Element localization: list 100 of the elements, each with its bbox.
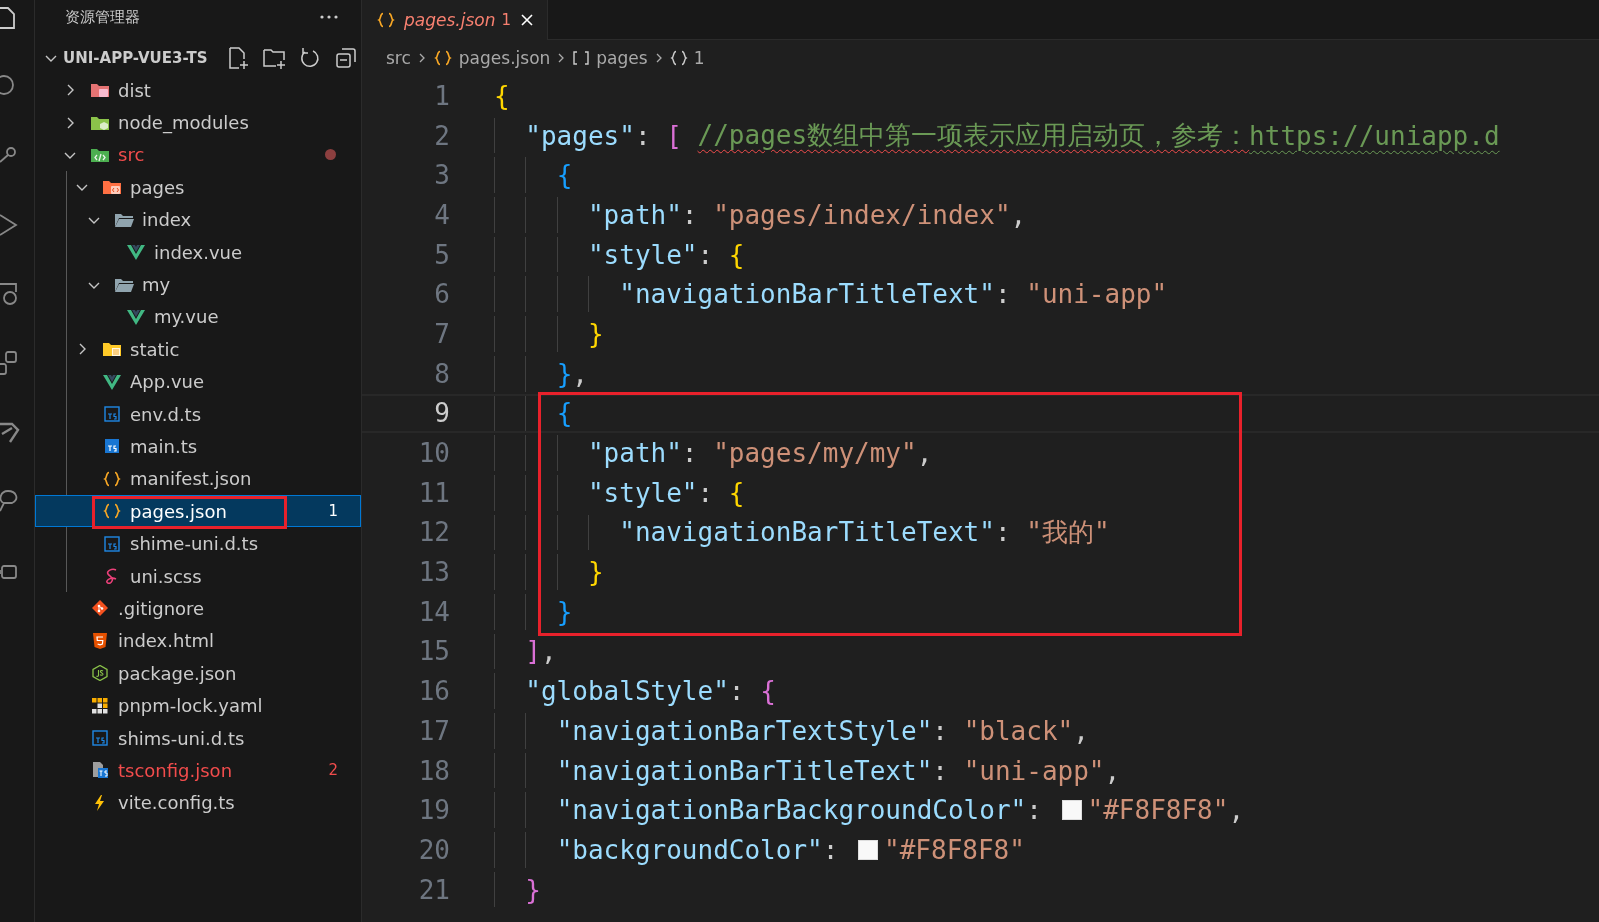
punctuation: : bbox=[697, 239, 715, 270]
tree-item[interactable]: pages bbox=[35, 171, 361, 204]
property-key: "backgroundColor" bbox=[556, 834, 823, 865]
tree-item[interactable]: .gitignore bbox=[35, 592, 361, 625]
line-number: 11 bbox=[417, 477, 450, 508]
tree-item[interactable]: node_modules bbox=[35, 106, 361, 139]
string-value: "uni-app" bbox=[1026, 279, 1168, 310]
string-value: "我的" bbox=[1026, 515, 1110, 549]
file-name: uni.scss bbox=[130, 565, 202, 587]
extensions-icon[interactable] bbox=[0, 351, 20, 375]
file-name: shims-uni.d.ts bbox=[118, 727, 245, 749]
remote-icon[interactable] bbox=[0, 282, 20, 306]
punctuation: : bbox=[932, 715, 949, 746]
line-number: 21 bbox=[417, 874, 450, 905]
tree-item[interactable]: manifest.json bbox=[35, 462, 361, 496]
string-value: "uni-app" bbox=[963, 755, 1105, 786]
tree-item[interactable]: vite.config.ts bbox=[35, 786, 361, 819]
breadcrumb-item[interactable]: 1 bbox=[693, 48, 705, 68]
tree-item[interactable]: uni.scss bbox=[35, 559, 361, 593]
punctuation: : bbox=[681, 199, 699, 230]
tree-item[interactable]: main.ts bbox=[35, 430, 361, 463]
punctuation: : bbox=[681, 438, 699, 469]
file-name: index.html bbox=[118, 630, 214, 652]
punctuation: : bbox=[994, 279, 1012, 310]
line-number: 3 bbox=[433, 160, 450, 191]
punctuation: , bbox=[1073, 715, 1089, 746]
line-number: 14 bbox=[417, 596, 450, 627]
project-name[interactable]: UNI-APP-VUE3-TS bbox=[63, 49, 208, 67]
punctuation: , bbox=[1104, 755, 1121, 786]
file-name: vite.config.ts bbox=[118, 792, 235, 814]
problem-count: 1 bbox=[328, 502, 338, 521]
new-folder-icon[interactable] bbox=[261, 46, 286, 70]
color-swatch[interactable] bbox=[858, 839, 879, 860]
file-name: package.json bbox=[118, 662, 237, 684]
file-name: manifest.json bbox=[130, 468, 252, 490]
braces-icon bbox=[432, 50, 453, 66]
tree-item[interactable]: my.vue bbox=[35, 300, 361, 334]
tree-item[interactable]: dist bbox=[35, 74, 361, 107]
tree-item[interactable]: shims-uni.d.ts bbox=[35, 721, 361, 755]
braces-icon bbox=[376, 12, 396, 28]
code-comment: //pages数组中第一项表示应用启动页，参考： bbox=[697, 119, 1250, 153]
tree-item[interactable]: index bbox=[35, 203, 361, 236]
braces-icon bbox=[102, 503, 122, 520]
more-icon[interactable] bbox=[319, 14, 339, 20]
tree-item[interactable]: App.vue bbox=[35, 365, 361, 398]
line-number: 17 bbox=[417, 715, 450, 746]
tree-item[interactable]: my bbox=[35, 268, 361, 301]
file-name: tsconfig.json bbox=[118, 759, 233, 781]
file-name: App.vue bbox=[130, 371, 205, 393]
bracket: { bbox=[494, 80, 510, 111]
file-name: pages.json bbox=[130, 500, 227, 522]
folder-icon bbox=[90, 114, 110, 131]
folder-icon bbox=[90, 82, 110, 99]
run-icon[interactable] bbox=[0, 213, 20, 237]
tree-item[interactable]: env.d.ts bbox=[35, 397, 361, 431]
vue-file-icon bbox=[102, 373, 122, 390]
file-name: pnpm-lock.yaml bbox=[118, 695, 263, 717]
bracket: { bbox=[728, 477, 745, 508]
problem-count: 2 bbox=[328, 761, 338, 780]
punctuation: , bbox=[916, 438, 933, 469]
folder-icon bbox=[102, 179, 122, 196]
breadcrumb-item[interactable]: src bbox=[386, 48, 411, 68]
property-key: "path" bbox=[587, 438, 682, 469]
line-number: 8 bbox=[433, 358, 450, 389]
bracket: { bbox=[760, 676, 776, 707]
bracket: { bbox=[556, 160, 573, 191]
line-number: 10 bbox=[417, 438, 450, 469]
git-icon bbox=[90, 600, 110, 617]
tree-item[interactable]: package.json bbox=[35, 657, 361, 690]
breadcrumb-item[interactable]: pages bbox=[596, 48, 648, 68]
sidebar-title: 资源管理器 bbox=[65, 7, 140, 27]
tree-item[interactable]: pages.json 1 bbox=[35, 495, 361, 528]
line-number: 16 bbox=[417, 676, 450, 707]
file-name: static bbox=[130, 338, 180, 360]
line-number: 18 bbox=[417, 755, 450, 786]
line-number: 5 bbox=[433, 239, 450, 270]
folder-icon bbox=[102, 341, 122, 358]
typescript-file-icon bbox=[102, 535, 122, 552]
editor-tab[interactable]: pages.json 1 bbox=[362, 0, 549, 40]
line-number: 20 bbox=[417, 834, 450, 865]
tree-item[interactable]: static bbox=[35, 333, 361, 366]
close-icon[interactable] bbox=[519, 12, 536, 28]
color-swatch[interactable] bbox=[1061, 800, 1082, 821]
punctuation: , bbox=[1228, 795, 1245, 826]
tree-item[interactable]: tsconfig.json 2 bbox=[35, 754, 361, 787]
tree-item[interactable]: src bbox=[35, 138, 361, 172]
bracket: ] bbox=[525, 636, 541, 667]
tree-item[interactable]: index.html bbox=[35, 624, 361, 658]
bracket: } bbox=[587, 318, 604, 349]
line-number: 7 bbox=[433, 318, 450, 349]
bracket: { bbox=[556, 398, 573, 429]
tree-item[interactable]: index.vue bbox=[35, 235, 361, 269]
typescript-file-icon bbox=[102, 406, 122, 423]
hexagon-icon bbox=[90, 665, 110, 682]
tree-item[interactable]: pnpm-lock.yaml bbox=[35, 689, 361, 722]
breadcrumb-item[interactable]: pages.json bbox=[458, 48, 551, 68]
punctuation: , bbox=[540, 636, 557, 667]
line-number: 19 bbox=[417, 795, 450, 826]
collapse-all-icon[interactable] bbox=[333, 46, 358, 70]
tree-item[interactable]: shime-uni.d.ts bbox=[35, 527, 361, 560]
